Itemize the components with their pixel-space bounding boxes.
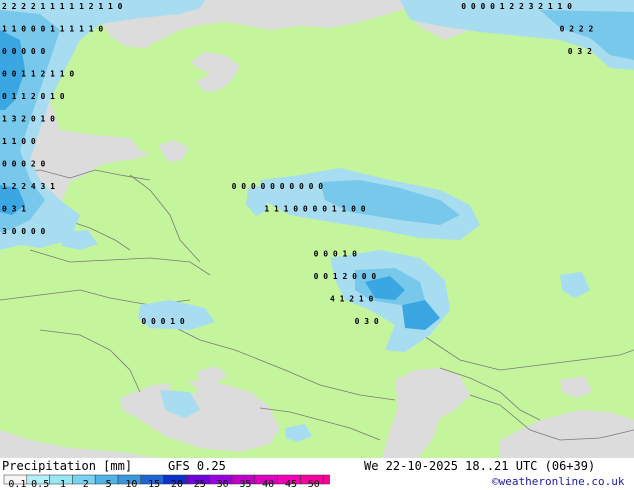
legend-tick: 25 xyxy=(193,479,206,490)
precip-label: 0 0 0 2 0 xyxy=(2,160,46,169)
precip-label: 0 0 0 0 0 xyxy=(2,47,46,56)
precip-label: 0 0 0 0 1 2 2 3 2 1 1 0 xyxy=(461,2,572,11)
precip-label: 1 1 0 0 xyxy=(2,137,36,146)
valid-datetime: We 22-10-2025 18..21 UTC (06+39) xyxy=(364,459,596,473)
precip-label: 2 2 2 2 1 1 1 1 1 2 1 1 0 xyxy=(2,2,123,11)
legend-tick: 40 xyxy=(262,479,275,490)
precip-label: 0 0 0 1 0 xyxy=(314,250,358,259)
legend-tick: 10 xyxy=(125,479,138,490)
precip-label: 1 3 2 0 1 0 xyxy=(2,115,55,124)
precip-label: 1 1 0 0 0 1 1 1 1 1 0 xyxy=(2,25,103,34)
precip-label: 3 0 0 0 0 xyxy=(2,227,46,236)
precip-label: 1 2 2 4 3 1 xyxy=(2,182,55,191)
precip-label: 0 0 0 1 0 xyxy=(141,317,185,326)
legend-tick: 15 xyxy=(148,479,161,490)
precip-label: 0 1 1 2 0 1 0 xyxy=(2,92,65,101)
precip-label: 0 2 2 2 xyxy=(560,25,594,34)
precip-label: 0 3 0 xyxy=(355,317,379,326)
legend-tick: 5 xyxy=(105,479,112,490)
product-title: Precipitation [mm] xyxy=(2,459,133,473)
legend-tick: 2 xyxy=(82,479,89,490)
precip-label: 0 0 1 1 2 1 1 0 xyxy=(2,70,74,79)
legend-tick: 35 xyxy=(239,479,252,490)
legend-swatch xyxy=(322,474,330,485)
precip-label: 0 0 1 2 0 0 0 xyxy=(314,272,377,281)
precipitation-legend-bar xyxy=(3,474,330,485)
land-area xyxy=(0,0,634,458)
precip-label: 0 3 2 xyxy=(568,47,592,56)
legend-tick: 30 xyxy=(216,479,229,490)
footer: Precipitation [mm] GFS 0.25 We 22-10-202… xyxy=(0,458,634,490)
precip-label: 4 1 2 1 0 xyxy=(330,295,374,304)
legend-tick: 45 xyxy=(284,479,298,490)
legend-tick: 20 xyxy=(170,479,184,490)
legend-tick: 1 xyxy=(59,479,67,490)
model-name: GFS 0.25 xyxy=(168,459,226,473)
precip-label: 1 1 1 0 0 0 0 1 1 0 0 xyxy=(264,205,365,214)
precip-label: 0 0 0 0 0 0 0 0 0 0 xyxy=(232,182,324,191)
legend-tick: 0.1 xyxy=(8,479,27,490)
precipitation-map: 2 2 2 2 1 1 1 1 1 2 1 1 0 1 1 0 0 0 1 1 1… xyxy=(0,0,634,458)
precip-label: 0 3 1 xyxy=(2,205,26,214)
legend-tick: 50 xyxy=(307,479,320,490)
credit-link[interactable]: ©weatheronline.co.uk xyxy=(492,475,624,488)
legend-tick: 0.5 xyxy=(31,479,50,490)
